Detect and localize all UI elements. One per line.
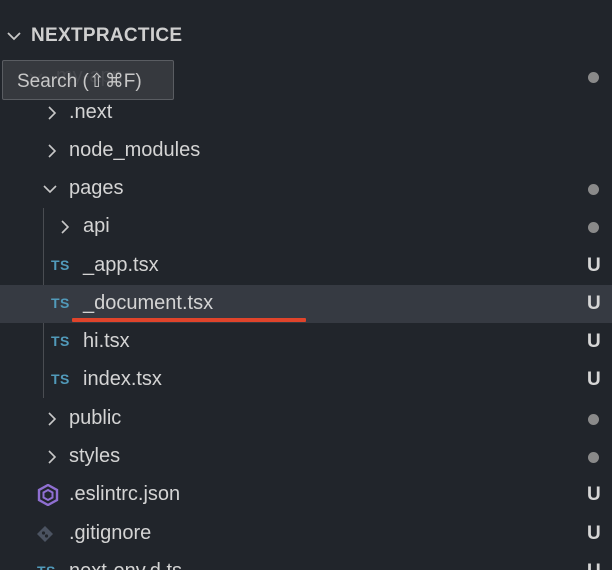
tooltip-text: Search (⇧⌘F) [17, 71, 142, 92]
modified-dot-icon [588, 72, 599, 83]
tree-item-eslintrc[interactable]: .eslintrc.json U [0, 476, 612, 514]
tree-item-label: .next [69, 101, 113, 123]
untracked-status: U [587, 293, 601, 314]
tree-item-label: .eslintrc.json [69, 483, 181, 505]
typescript-file-icon: TS [51, 295, 70, 311]
untracked-status: U [587, 331, 601, 352]
modified-dot-icon [588, 184, 599, 195]
modified-dot-icon [588, 452, 599, 463]
chevron-right-icon [48, 412, 57, 426]
typescript-file-icon: TS [37, 563, 56, 570]
typescript-file-icon: TS [51, 333, 70, 349]
tree-item-api[interactable]: api [0, 208, 612, 246]
untracked-status: U [587, 523, 601, 544]
tree-item-label: hi.tsx [83, 330, 130, 352]
explorer-root-label: NEXTPRACTICE [31, 25, 183, 46]
tree-item-label: _document.tsx [83, 292, 214, 314]
tree-item-public[interactable]: public [0, 400, 612, 438]
search-tooltip: Search (⇧⌘F) [2, 60, 174, 100]
untracked-status: U [587, 484, 601, 505]
tree-item-label: .gitignore [69, 522, 152, 544]
tree-item-label: api [83, 215, 110, 237]
chevron-right-icon [48, 450, 57, 464]
explorer-root-header[interactable]: NEXTPRACTICE [0, 18, 612, 54]
modified-dot-icon [588, 414, 599, 425]
chevron-right-icon [61, 220, 70, 234]
typescript-file-icon: TS [51, 257, 70, 273]
tree-item-label: pages [69, 177, 124, 199]
tree-item-app-tsx[interactable]: TS _app.tsx U [0, 247, 612, 285]
modified-dot-icon [588, 222, 599, 233]
tree-item-styles[interactable]: styles [0, 438, 612, 476]
chevron-right-icon [48, 106, 57, 120]
tree-item-index-tsx[interactable]: TS index.tsx U [0, 361, 612, 399]
chevron-down-icon [43, 185, 57, 194]
tree-item-next-env[interactable]: TS next-env.d.ts U [0, 553, 612, 570]
tree-item-label: _app.tsx [83, 254, 159, 276]
tree-item-label: styles [69, 445, 121, 467]
untracked-status: U [587, 369, 601, 390]
tree-item-pages[interactable]: pages [0, 170, 612, 208]
tree-item-label: index.tsx [83, 368, 162, 390]
tree-item-label: next-env.d.ts [69, 560, 182, 570]
tree-item-node-modules[interactable]: node_modules [0, 132, 612, 170]
typescript-file-icon: TS [51, 371, 70, 387]
untracked-status: U [587, 561, 601, 570]
red-underline-annotation [72, 318, 306, 322]
chevron-right-icon [48, 144, 57, 158]
tree-item-gitignore[interactable]: .gitignore U [0, 515, 612, 553]
tree-item-label: node_modules [69, 139, 201, 161]
git-diamond-icon [37, 526, 53, 542]
tree-item-hi-tsx[interactable]: TS hi.tsx U [0, 323, 612, 361]
tree-item-label: public [69, 407, 122, 429]
chevron-down-icon [7, 32, 21, 41]
untracked-status: U [587, 255, 601, 276]
eslint-hex-icon [37, 484, 59, 506]
